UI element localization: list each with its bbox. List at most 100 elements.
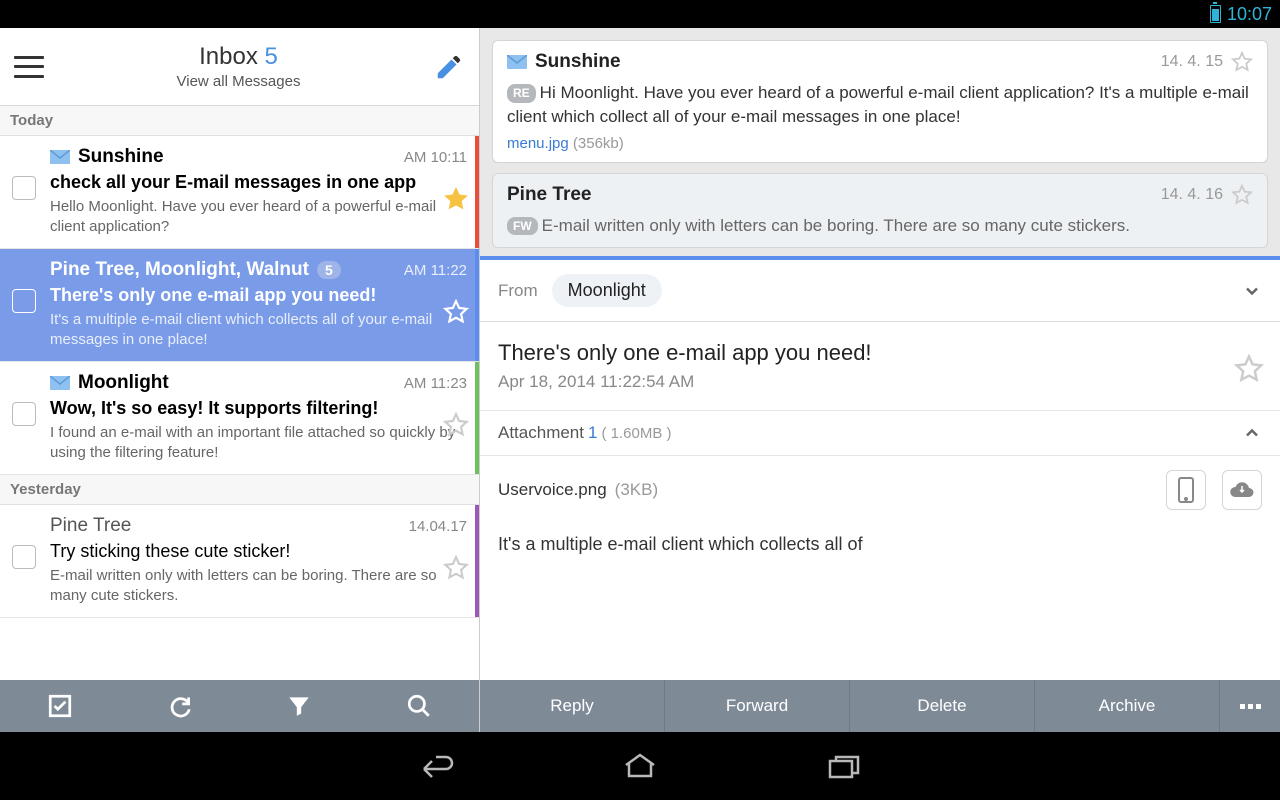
search-button[interactable] <box>359 680 479 732</box>
subject: Try sticking these cute sticker! <box>50 541 467 562</box>
inbox-title-block[interactable]: Inbox 5 View all Messages <box>44 43 433 90</box>
forward-button[interactable]: Forward <box>665 680 850 732</box>
checkbox[interactable] <box>12 176 36 200</box>
star-icon[interactable] <box>443 299 469 325</box>
card-sender: Pine Tree <box>507 184 592 206</box>
message-item[interactable]: Pine Tree 14.04.17 Try sticking these cu… <box>0 505 479 618</box>
select-all-button[interactable] <box>0 680 120 732</box>
thread-card[interactable]: Pine Tree 14. 4. 16 FWE-mail written onl… <box>492 173 1268 249</box>
home-button[interactable] <box>618 751 662 781</box>
card-date: 14. 4. 16 <box>1161 186 1223 204</box>
message-body: It's a multiple e-mail client which coll… <box>498 534 1262 555</box>
envelope-icon <box>50 376 70 390</box>
sender: Pine Tree <box>50 515 131 537</box>
detail-subject: There's only one e-mail app you need! <box>498 340 1262 366</box>
star-icon[interactable] <box>443 555 469 581</box>
archive-button[interactable]: Archive <box>1035 680 1220 732</box>
message-item[interactable]: Moonlight AM 11:23 Wow, It's so easy! It… <box>0 362 479 475</box>
section-yesterday: Yesterday <box>0 475 479 505</box>
attachment-file-row: Uservoice.png (3KB) <box>498 456 1262 524</box>
thread-card[interactable]: Sunshine 14. 4. 15 REHi Moonlight. Have … <box>492 40 1268 163</box>
overflow-button[interactable] <box>1220 680 1280 732</box>
preview: It's a multiple e-mail client which coll… <box>50 310 467 349</box>
delete-button[interactable]: Delete <box>850 680 1035 732</box>
attachment-total-size: ( 1.60MB ) <box>601 425 671 442</box>
detail-toolbar: Reply Forward Delete Archive <box>480 680 1280 732</box>
message-time: 14.04.17 <box>409 518 467 535</box>
sender: Sunshine <box>78 146 164 168</box>
message-time: AM 11:23 <box>404 375 467 392</box>
attachment-label: Attachment <box>498 423 584 443</box>
color-stripe <box>475 136 479 248</box>
compose-button[interactable] <box>433 51 465 83</box>
subject: There's only one e-mail app you need! <box>50 285 467 306</box>
subject: Wow, It's so easy! It supports filtering… <box>50 398 467 419</box>
message-item[interactable]: Sunshine AM 10:11 check all your E-mail … <box>0 136 479 249</box>
android-nav-bar <box>0 732 1280 800</box>
inbox-label: Inbox <box>199 43 258 70</box>
checkbox[interactable] <box>12 289 36 313</box>
card-body-text: Hi Moonlight. Have you ever heard of a p… <box>507 83 1249 126</box>
envelope-icon <box>507 55 527 69</box>
clock: 10:07 <box>1227 4 1272 25</box>
envelope-icon <box>50 150 70 164</box>
from-pill[interactable]: Moonlight <box>552 274 662 307</box>
list-toolbar <box>0 680 479 732</box>
from-bar[interactable]: From Moonlight <box>480 256 1280 322</box>
inbox-subtitle: View all Messages <box>44 73 433 90</box>
card-body-text: E-mail written only with letters can be … <box>542 216 1130 235</box>
inbox-count: 5 <box>265 43 278 70</box>
attachment-count: 1 <box>588 423 597 443</box>
menu-icon[interactable] <box>14 56 44 78</box>
message-time: AM 10:11 <box>404 149 467 166</box>
color-stripe <box>475 362 479 474</box>
from-label: From <box>498 281 538 301</box>
battery-icon <box>1210 5 1221 23</box>
color-stripe <box>475 249 479 361</box>
star-icon[interactable] <box>1231 184 1253 206</box>
chevron-down-icon[interactable] <box>1242 281 1262 301</box>
preview: E-mail written only with letters can be … <box>50 566 467 605</box>
attachment-link[interactable]: menu.jpg (356kb) <box>507 135 1253 152</box>
message-time: AM 11:22 <box>404 262 467 279</box>
star-icon[interactable] <box>443 186 469 212</box>
dots-icon <box>1240 704 1261 709</box>
view-on-device-button[interactable] <box>1166 470 1206 510</box>
section-today: Today <box>0 106 479 136</box>
preview: I found an e-mail with an important file… <box>50 423 467 462</box>
reply-button[interactable]: Reply <box>480 680 665 732</box>
attachment-header[interactable]: Attachment 1 ( 1.60MB ) <box>480 410 1280 456</box>
list-header: Inbox 5 View all Messages <box>0 28 479 106</box>
sender: Pine Tree, Moonlight, Walnut <box>50 259 309 281</box>
message-item-selected[interactable]: Pine Tree, Moonlight, Walnut 5 AM 11:22 … <box>0 249 479 362</box>
chevron-up-icon[interactable] <box>1242 423 1262 443</box>
back-button[interactable] <box>414 751 458 781</box>
checkbox[interactable] <box>12 402 36 426</box>
preview: Hello Moonlight. Have you ever heard of … <box>50 197 467 236</box>
thread-list: Sunshine 14. 4. 15 REHi Moonlight. Have … <box>480 28 1280 248</box>
filter-button[interactable] <box>240 680 360 732</box>
message-list-pane: Inbox 5 View all Messages Today Sunshine… <box>0 28 480 732</box>
card-sender: Sunshine <box>535 51 621 73</box>
sender: Moonlight <box>78 372 169 394</box>
status-bar: 10:07 <box>0 0 1280 28</box>
message-list[interactable]: Today Sunshine AM 10:11 check all your E… <box>0 106 479 680</box>
star-icon[interactable] <box>1234 354 1264 384</box>
file-size: (3KB) <box>615 480 658 500</box>
detail-date: Apr 18, 2014 11:22:54 AM <box>498 372 1262 392</box>
recents-button[interactable] <box>822 751 866 781</box>
checkbox[interactable] <box>12 545 36 569</box>
subject: check all your E-mail messages in one ap… <box>50 172 467 193</box>
detail-pane: Sunshine 14. 4. 15 REHi Moonlight. Have … <box>480 28 1280 732</box>
color-stripe <box>475 505 479 617</box>
card-date: 14. 4. 15 <box>1161 53 1223 71</box>
forward-badge: FW <box>507 217 538 236</box>
refresh-button[interactable] <box>120 680 240 732</box>
download-cloud-button[interactable] <box>1222 470 1262 510</box>
star-icon[interactable] <box>1231 51 1253 73</box>
message-detail: There's only one e-mail app you need! Ap… <box>480 322 1280 680</box>
reply-badge: RE <box>507 84 536 103</box>
pencil-icon <box>434 52 464 82</box>
star-icon[interactable] <box>443 412 469 438</box>
thread-count-badge: 5 <box>317 261 341 279</box>
